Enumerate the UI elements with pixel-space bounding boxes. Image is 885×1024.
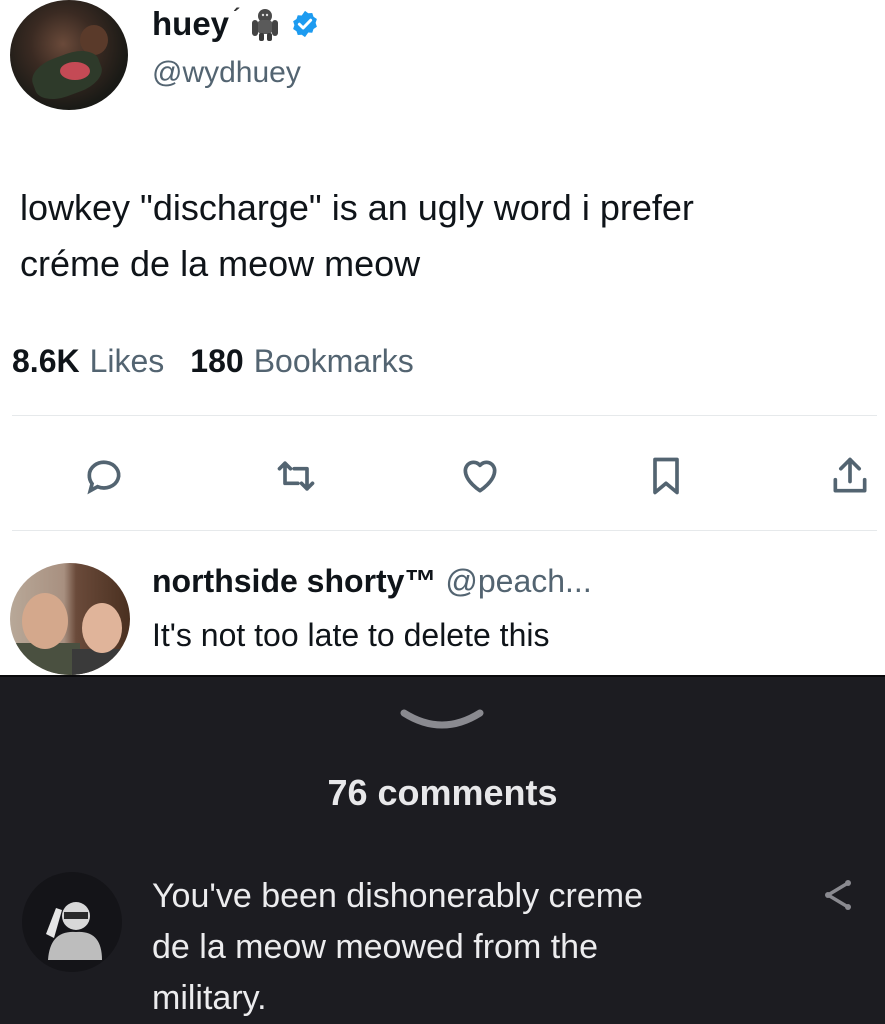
like-button[interactable] [452, 448, 508, 504]
reply-item[interactable]: northside shorty™ @peach... It's not too… [0, 555, 885, 675]
bookmarks-label: Bookmarks [253, 343, 414, 379]
tweet-text-line: créme de la meow meow [20, 243, 421, 284]
likes-label: Likes [89, 343, 165, 379]
comment-text-line: de la meow meowed from the [152, 928, 598, 966]
chevron-down-icon[interactable] [400, 707, 484, 733]
bookmarks-count: 180 [190, 343, 244, 379]
heart-icon [463, 460, 497, 493]
bookmark-icon [653, 457, 679, 495]
reply-display-name: northside shorty™ [152, 563, 437, 599]
author-handle[interactable]: @wydhuey [152, 56, 301, 90]
comments-sheet: 76 comments You've been dishonerably cre… [0, 675, 885, 1024]
author-avatar[interactable] [10, 0, 128, 110]
reply-icon [87, 460, 121, 495]
name-mark: ´ [233, 4, 241, 29]
divider [12, 415, 877, 416]
divider [12, 530, 877, 531]
comment-share-icon[interactable] [818, 875, 858, 915]
comment-text: You've been dishonerably creme de la meo… [152, 871, 772, 1024]
tweet-text-line: lowkey "discharge" is an ugly word i pre… [20, 187, 694, 228]
likes-stat[interactable]: 8.6K Likes [12, 343, 164, 380]
author-display-name[interactable]: huey [152, 5, 229, 43]
reply-button[interactable] [76, 448, 132, 504]
comment-avatar[interactable] [22, 872, 122, 972]
share-icon [833, 457, 867, 493]
comment-text-line: military. [152, 979, 267, 1017]
retweet-icon [277, 461, 315, 491]
reply-handle: @peach... [445, 563, 592, 599]
avatar-figure-icon [46, 902, 102, 960]
author-name-row: huey ´ [152, 0, 320, 48]
tweet-text: lowkey "discharge" is an ugly word i pre… [20, 180, 880, 292]
tweet-card: huey ´ @wydhuey lowkey "discharge" is an… [0, 0, 885, 675]
retweet-button[interactable] [268, 448, 324, 504]
comment-text-line: You've been dishonerably creme [152, 877, 644, 915]
reply-avatar[interactable] [10, 563, 130, 675]
bookmarks-stat[interactable]: 180 Bookmarks [190, 343, 413, 380]
likes-count: 8.6K [12, 343, 80, 379]
gorilla-emoji-icon [252, 9, 279, 41]
bookmark-button[interactable] [638, 448, 694, 504]
comments-count: 76 comments [327, 772, 558, 813]
reply-author[interactable]: northside shorty™ @peach... [152, 563, 592, 600]
tweet-action-bar [0, 440, 885, 510]
reply-text: It's not too late to delete this [152, 617, 550, 653]
share-button[interactable] [822, 448, 878, 504]
tweet-stats: 8.6K Likes 180 Bookmarks [12, 343, 430, 380]
verified-badge-icon [293, 10, 318, 38]
